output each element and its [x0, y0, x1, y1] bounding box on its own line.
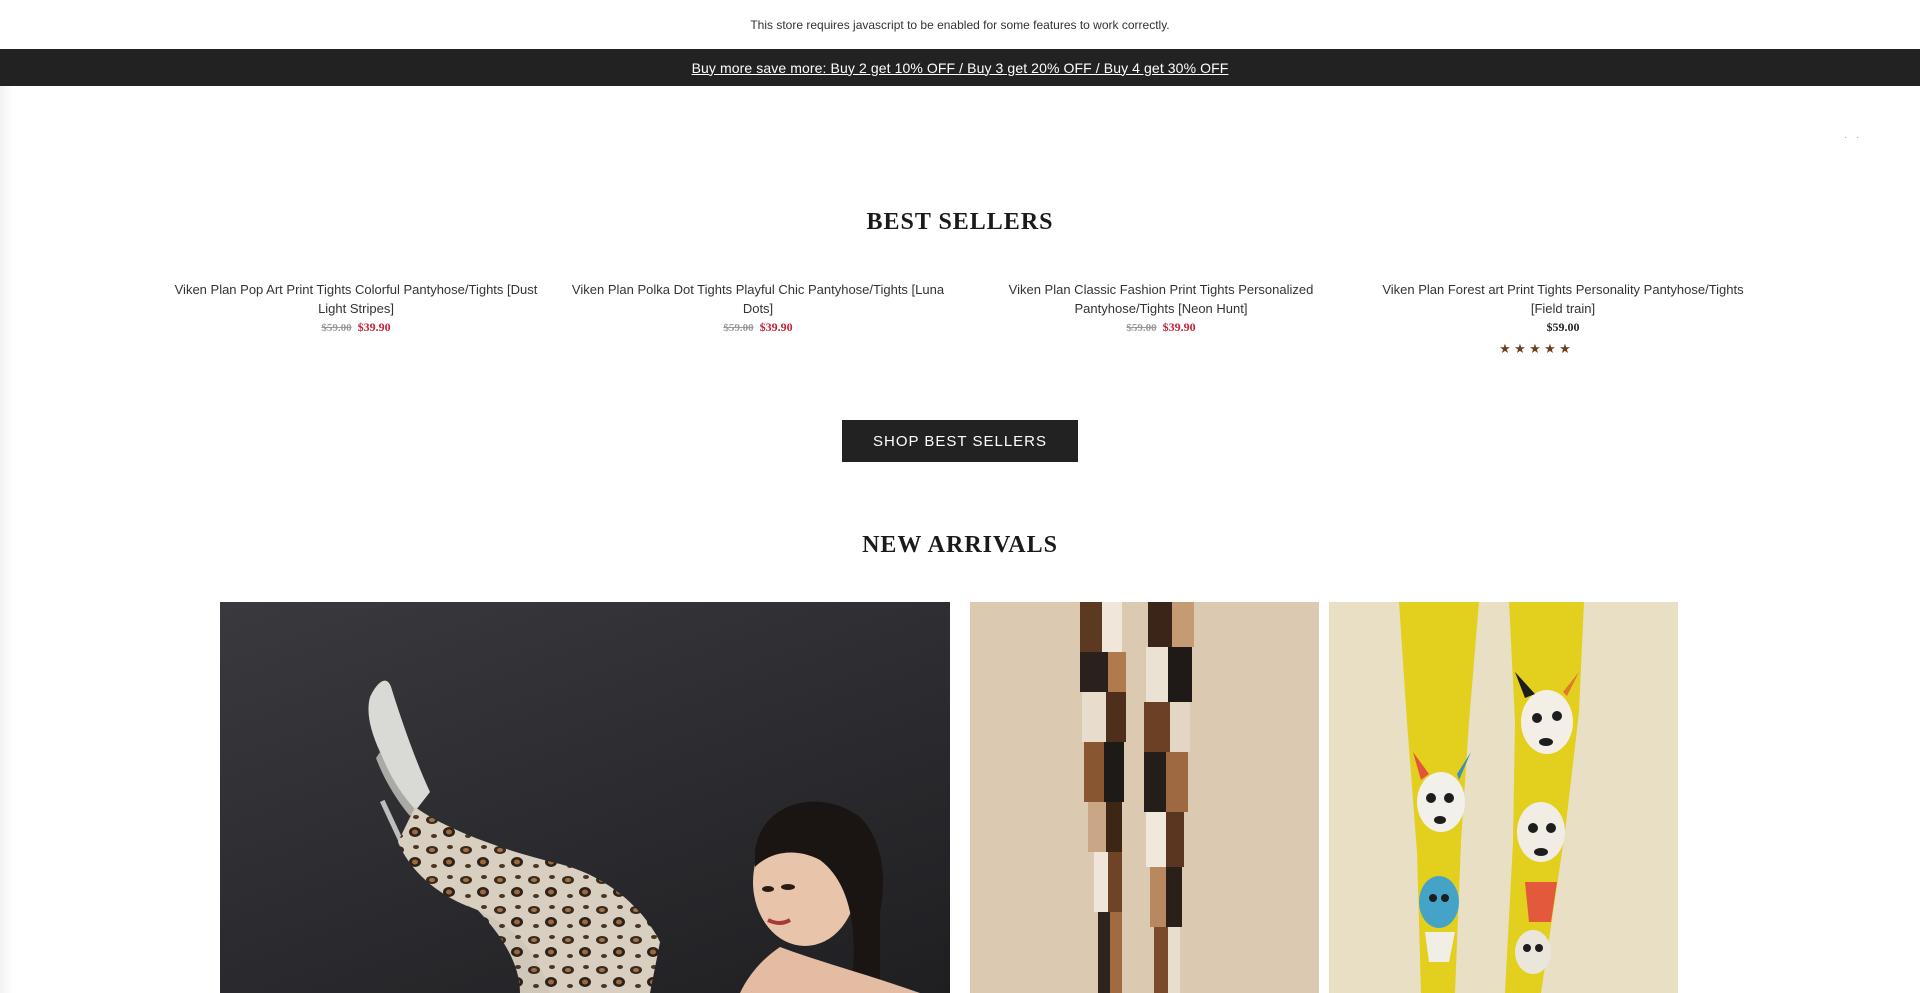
star-rating: ★ ★ ★ ★ ★ — [1368, 341, 1758, 356]
product-name[interactable]: Viken Plan Polka Dot Tights Playful Chic… — [563, 280, 953, 318]
original-price: $59.00 — [321, 322, 352, 334]
original-price: $59.00 — [723, 322, 754, 334]
sale-price: $39.90 — [759, 320, 793, 334]
star-icon: ★ — [1544, 341, 1556, 356]
product-card[interactable]: Viken Plan Polka Dot Tights Playful Chic… — [563, 280, 953, 335]
promo-link[interactable]: Buy more save more: Buy 2 get 10% OFF / … — [692, 60, 1229, 76]
best-sellers-title: BEST SELLERS — [866, 209, 1054, 235]
geometric-tights-photo-icon — [1080, 602, 1194, 993]
javascript-notice: This store requires javascript to be ena… — [0, 0, 1920, 49]
star-icon: ★ — [1529, 341, 1541, 356]
regular-price: $59.00 — [1546, 320, 1580, 334]
star-icon: ★ — [1514, 341, 1526, 356]
product-name[interactable]: Viken Plan Pop Art Print Tights Colorful… — [161, 280, 551, 318]
star-icon: ★ — [1499, 341, 1511, 356]
header-dots-icon: · · — [1844, 132, 1863, 143]
new-arrival-image[interactable] — [1329, 602, 1678, 993]
new-arrival-image[interactable] — [220, 602, 950, 993]
product-prices: $59.00 $39.90 — [161, 320, 551, 335]
product-name[interactable]: Viken Plan Forest art Print Tights Perso… — [1368, 280, 1758, 318]
product-card[interactable]: Viken Plan Forest art Print Tights Perso… — [1368, 280, 1758, 355]
javascript-notice-text: This store requires javascript to be ena… — [750, 17, 1170, 32]
star-icon: ★ — [1559, 341, 1571, 356]
sale-price: $39.90 — [1162, 320, 1196, 334]
product-prices: $59.00 $39.90 — [966, 320, 1356, 335]
sale-price: $39.90 — [357, 320, 391, 334]
product-prices: $59.00 $39.90 — [563, 320, 953, 335]
promo-banner: Buy more save more: Buy 2 get 10% OFF / … — [0, 49, 1920, 86]
new-arrivals-title: NEW ARRIVALS — [862, 532, 1058, 558]
leopard-tights-photo-icon — [368, 680, 920, 993]
product-name[interactable]: Viken Plan Classic Fashion Print Tights … — [966, 280, 1356, 318]
product-prices: $59.00 — [1368, 320, 1758, 335]
dog-print-tights-photo-icon — [1399, 602, 1584, 993]
original-price: $59.00 — [1126, 322, 1157, 334]
new-arrival-image[interactable] — [970, 602, 1319, 993]
shop-best-sellers-button[interactable]: SHOP BEST SELLERS — [842, 420, 1078, 462]
product-card[interactable]: Viken Plan Classic Fashion Print Tights … — [966, 280, 1356, 335]
product-card[interactable]: Viken Plan Pop Art Print Tights Colorful… — [161, 280, 551, 335]
